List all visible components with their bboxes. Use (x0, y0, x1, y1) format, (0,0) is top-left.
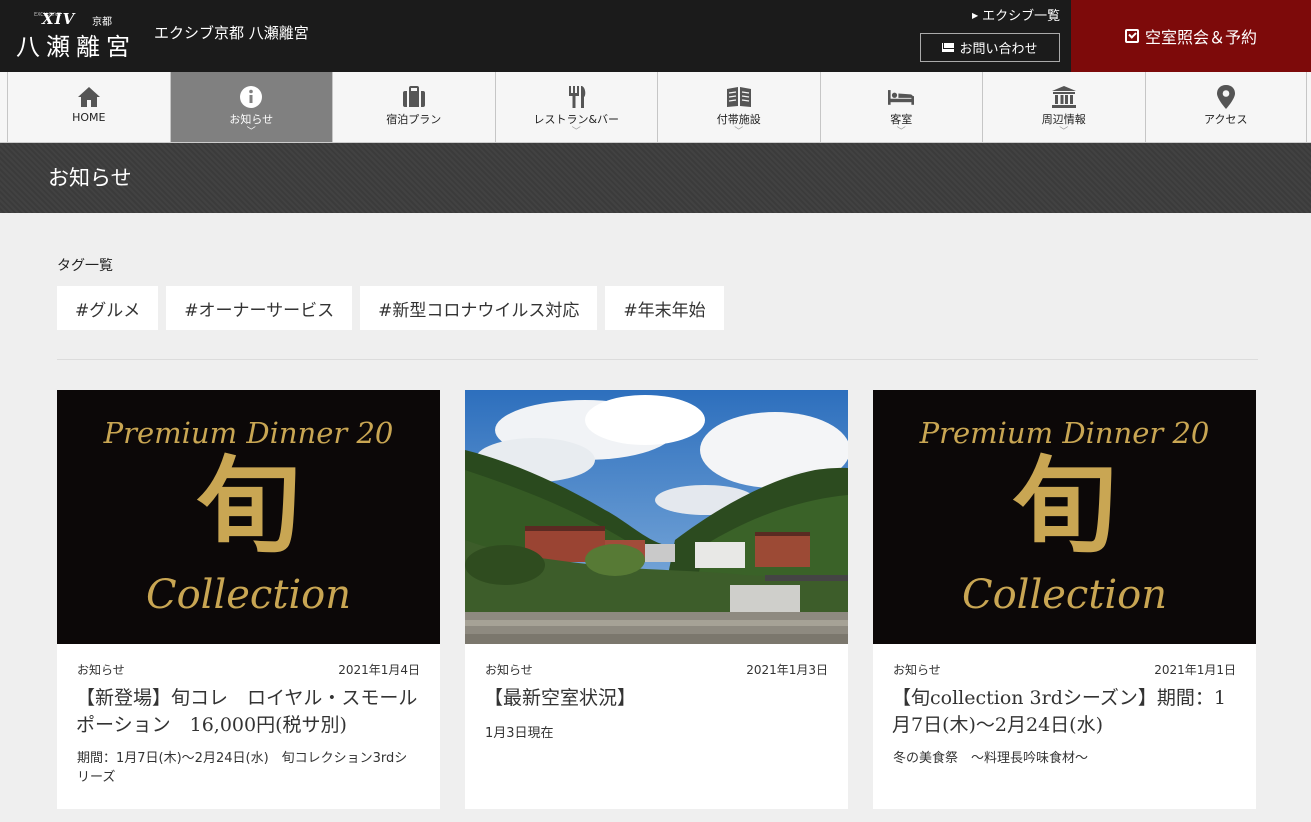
home-icon (76, 85, 102, 109)
card-description: 1月3日現在 (485, 726, 554, 741)
card-date: 2021年1月3日 (746, 663, 828, 677)
contact-button[interactable]: お問い合わせ (920, 33, 1060, 62)
top-header: EXCLUSIVE XIV 京都 八瀬離宮 エクシブ京都 八瀬離宮 ▶ エクシブ一… (0, 0, 1311, 72)
page-title: お知らせ (48, 166, 132, 190)
card-description: 期間：1月7日(木)～2月24日(水) 旬コレクション3rdシリーズ (77, 751, 408, 785)
book-icon (726, 85, 752, 109)
card-meta: お知らせ 2021年1月1日 (893, 661, 1236, 678)
nav-label-news: お知らせ (229, 113, 274, 126)
tags-heading: タグ一覧 (57, 258, 113, 274)
page-title-band: お知らせ (0, 143, 1311, 213)
nav-label-access: アクセス (1204, 113, 1248, 126)
card-image-hotel-photo[interactable] (465, 390, 848, 644)
news-card[interactable]: Premium Dinner 20 旬 Collection お知らせ 2021… (57, 390, 440, 809)
reserve-button[interactable]: 空室照会＆予約 (1071, 0, 1311, 72)
site-name: エクシブ京都 八瀬離宮 (154, 24, 309, 42)
nav-item-rooms[interactable]: 客室 ﹀ (819, 72, 983, 142)
calendar-check-icon (1124, 29, 1139, 43)
card-description: 冬の美食祭 ～料理長吟味食材～ (893, 751, 1089, 766)
nav-item-facilities[interactable]: 付帯施設 ﹀ (657, 72, 820, 142)
site-logo[interactable]: EXCLUSIVE XIV 京都 八瀬離宮 (14, 9, 140, 61)
card-category: お知らせ (485, 663, 533, 677)
card-meta: お知らせ 2021年1月4日 (77, 661, 420, 678)
nav-label-facilities: 付帯施設 (716, 113, 761, 126)
xiv-list-link[interactable]: ▶ エクシブ一覧 (972, 5, 1060, 24)
tag-list: #グルメ #オーナーサービス #新型コロナウイルス対応 #年末年始 (57, 286, 724, 330)
card-title[interactable]: 【新登場】旬コレ ロイヤル・スモールポーション 16,000円(税サ別) (76, 685, 422, 739)
card-category: お知らせ (77, 663, 125, 677)
restaurant-icon (563, 85, 589, 109)
logo-name: 八瀬離宮 (16, 33, 136, 61)
chevron-down-icon: ﹀ (734, 127, 744, 137)
nav-label-rooms: 客室 (890, 113, 913, 126)
card-date: 2021年1月1日 (1154, 663, 1236, 677)
card-title[interactable]: 【旬collection 3rdシーズン】期間：1月7日(木)～2月24日(水) (892, 685, 1238, 739)
reserve-label: 空室照会＆予約 (1144, 28, 1257, 47)
chevron-down-icon: ﹀ (896, 127, 906, 137)
envelope-icon (942, 43, 955, 52)
chevron-down-icon: ﹀ (571, 127, 581, 137)
xiv-list-label: エクシブ一覧 (982, 9, 1061, 24)
tag-owner-service[interactable]: #オーナーサービス (166, 286, 353, 330)
logo-city: 京都 (92, 17, 112, 28)
nav-label-area: 周辺情報 (1041, 113, 1086, 126)
news-card[interactable]: Premium Dinner 20 旬 Collection お知らせ 2021… (873, 390, 1256, 809)
news-card[interactable]: お知らせ 2021年1月3日 【最新空室状況】 1月3日現在 (465, 390, 848, 809)
tag-new-year[interactable]: #年末年始 (605, 286, 724, 330)
card-image-premium-dinner[interactable]: Premium Dinner 20 旬 Collection (57, 390, 440, 644)
suitcase-icon (401, 85, 427, 109)
bed-icon (888, 85, 915, 109)
nav-label-restaurant: レストラン&バー (533, 113, 620, 126)
image-text-line2: Collection (961, 572, 1168, 618)
chevron-down-icon: ﹀ (1059, 127, 1069, 137)
contact-label: お問い合わせ (959, 42, 1038, 57)
nav-item-access[interactable]: アクセス (1144, 72, 1307, 142)
tag-covid[interactable]: #新型コロナウイルス対応 (360, 286, 598, 330)
card-title[interactable]: 【最新空室状況】 (484, 685, 830, 712)
nav-label-plans: 宿泊プラン (386, 113, 442, 126)
nav-item-restaurant[interactable]: レストラン&バー ﹀ (494, 72, 658, 142)
triangle-right-icon: ▶ (972, 11, 979, 20)
tag-gourmet[interactable]: #グルメ (57, 286, 159, 330)
info-icon (238, 85, 264, 109)
image-text-kanji: 旬 (1012, 444, 1117, 567)
logo-brand: XIV (42, 10, 76, 28)
divider (57, 359, 1258, 360)
museum-icon (1051, 85, 1077, 109)
card-image-premium-dinner[interactable]: Premium Dinner 20 旬 Collection (873, 390, 1256, 644)
nav-label-home: HOME (72, 111, 106, 124)
card-category: お知らせ (893, 663, 941, 677)
nav-item-home[interactable]: HOME (7, 72, 170, 142)
card-date: 2021年1月4日 (338, 663, 420, 677)
chevron-down-icon: ﹀ (246, 127, 256, 137)
map-pin-icon (1213, 85, 1239, 109)
nav-item-area[interactable]: 周辺情報 ﹀ (982, 72, 1145, 142)
card-meta: お知らせ 2021年1月3日 (485, 661, 828, 678)
main-nav: HOME お知らせ ﹀ 宿泊プラン レストラン&バー ﹀ 付帯施設 ﹀ 客室 ﹀ (0, 72, 1311, 143)
image-text-line2: Collection (145, 572, 352, 618)
nav-item-plans[interactable]: 宿泊プラン (332, 72, 495, 142)
image-text-kanji: 旬 (196, 444, 301, 567)
nav-item-news[interactable]: お知らせ ﹀ (169, 72, 332, 142)
